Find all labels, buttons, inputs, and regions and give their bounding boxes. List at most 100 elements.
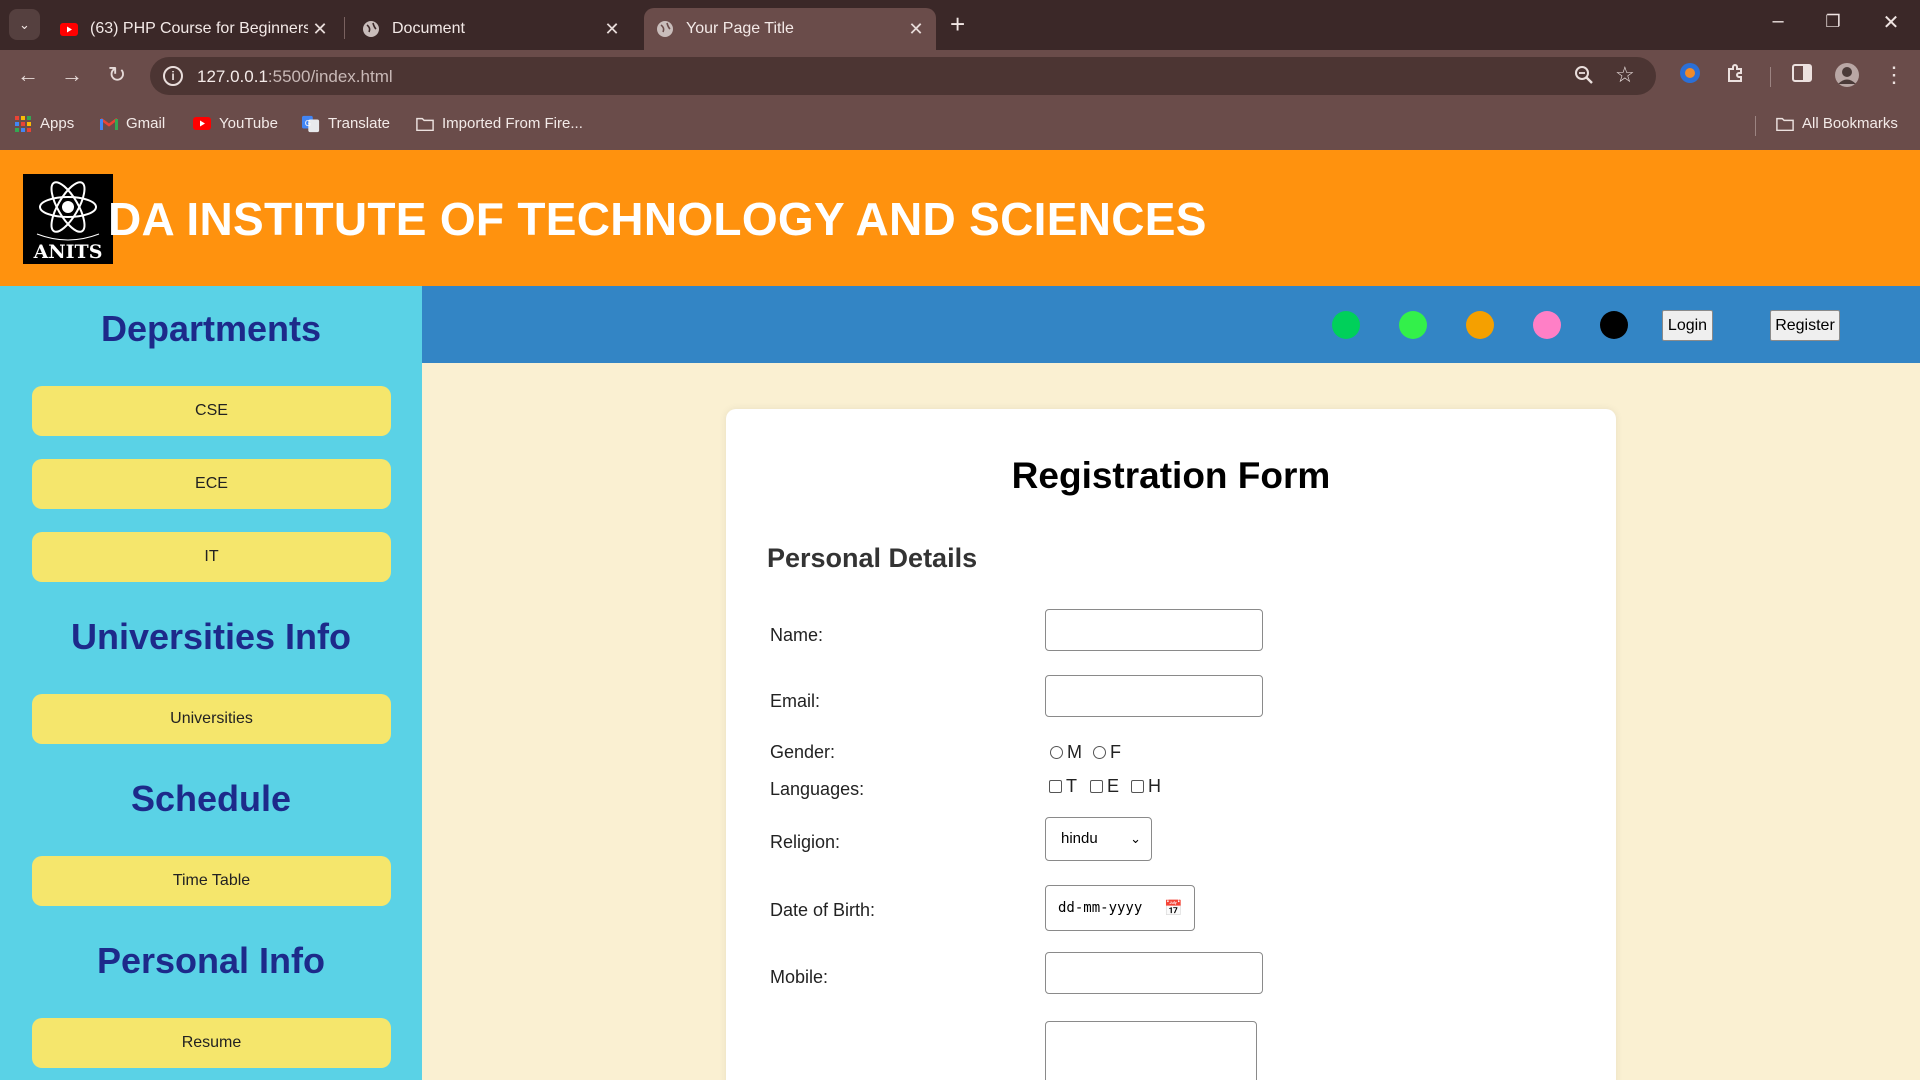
close-icon[interactable]: ✕	[600, 19, 624, 40]
side-panel-icon[interactable]	[1788, 62, 1816, 90]
zoom-icon[interactable]	[1574, 64, 1594, 92]
date-placeholder: dd-mm-yyyy	[1058, 900, 1143, 916]
close-window-button[interactable]: ✕	[1876, 10, 1906, 35]
theme-dot-green[interactable]	[1332, 311, 1360, 339]
bookmark-apps[interactable]: Apps	[14, 115, 74, 132]
checkbox[interactable]	[1090, 780, 1103, 793]
sidebar-button-cse[interactable]: CSE	[32, 386, 391, 436]
email-label: Email:	[770, 691, 821, 711]
top-navbar: Login Register	[422, 286, 1920, 363]
close-icon[interactable]: ✕	[308, 19, 332, 40]
bookmark-label: All Bookmarks	[1802, 115, 1898, 132]
tab-title: Document	[392, 20, 465, 37]
language-option-h[interactable]: H	[1131, 776, 1161, 797]
translate-icon: G	[302, 115, 320, 132]
apps-grid-icon	[14, 115, 32, 132]
tab-separator	[344, 17, 345, 39]
calendar-icon[interactable]: 📅	[1164, 886, 1183, 930]
form-title: Registration Form	[1011, 455, 1331, 496]
language-option-t[interactable]: T	[1049, 776, 1077, 797]
page-viewport: ANITS DA INSTITUTE OF TECHNOLOGY AND SCI…	[0, 150, 1920, 1080]
option-label: M	[1067, 742, 1082, 762]
sidebar-heading-universities-info: Universities Info	[70, 616, 352, 657]
gmail-icon	[100, 116, 118, 132]
name-field[interactable]	[1045, 609, 1263, 651]
bookmark-label: Translate	[328, 115, 390, 132]
folder-icon	[1776, 116, 1794, 132]
select-value: hindu	[1061, 830, 1098, 847]
extensions-puzzle-icon[interactable]	[1722, 62, 1750, 90]
mobile-label: Mobile:	[770, 967, 829, 987]
gender-option-m[interactable]: M	[1050, 742, 1082, 763]
tab-php-course[interactable]: (63) PHP Course for Beginners - ✕	[48, 8, 340, 50]
bookmark-translate[interactable]: G Translate	[302, 115, 390, 132]
bookmark-gmail[interactable]: Gmail	[100, 115, 165, 132]
site-info-icon[interactable]: i	[163, 66, 183, 86]
address-bar[interactable]: i 127.0.0.1:5500/index.html ☆	[150, 57, 1656, 95]
url-text: 127.0.0.1:5500/index.html	[197, 67, 393, 86]
bookmark-label: Apps	[40, 115, 75, 132]
religion-select[interactable]: hindu ⌄	[1045, 817, 1152, 861]
globe-icon	[656, 20, 674, 38]
main-content: Registration Form Personal Details Name:…	[422, 363, 1920, 1080]
checkbox[interactable]	[1049, 780, 1062, 793]
religion-label: Religion:	[770, 832, 841, 852]
new-tab-button[interactable]: +	[950, 11, 965, 37]
address-textarea[interactable]	[1045, 1021, 1257, 1080]
register-button[interactable]: Register	[1770, 310, 1840, 341]
tab-search-button[interactable]: ⌄	[9, 9, 40, 40]
svg-text:G: G	[305, 117, 311, 127]
sidebar-button-time-table[interactable]: Time Table	[32, 856, 391, 906]
language-option-e[interactable]: E	[1090, 776, 1119, 797]
tab-title: Your Page Title	[686, 20, 794, 37]
chevron-down-icon: ⌄	[19, 16, 30, 32]
languages-label: Languages:	[770, 779, 865, 799]
restore-button[interactable]: ❐	[1818, 12, 1848, 32]
sidebar-heading-personal-info: Personal Info	[96, 940, 326, 981]
reload-button[interactable]: ↻	[103, 62, 131, 88]
login-button[interactable]: Login	[1662, 310, 1713, 341]
star-icon[interactable]: ☆	[1615, 62, 1635, 88]
profile-avatar[interactable]	[1833, 62, 1861, 94]
theme-dot-black[interactable]	[1600, 311, 1628, 339]
tab-your-page-title[interactable]: Your Page Title ✕	[644, 8, 936, 50]
sidebar-button-resume[interactable]: Resume	[32, 1018, 391, 1068]
checkbox[interactable]	[1131, 780, 1144, 793]
radio-button[interactable]	[1050, 746, 1063, 759]
sidebar-button-ece[interactable]: ECE	[32, 459, 391, 509]
gender-option-f[interactable]: F	[1093, 742, 1121, 763]
close-icon[interactable]: ✕	[904, 19, 928, 40]
site-header: ANITS DA INSTITUTE OF TECHNOLOGY AND SCI…	[0, 150, 1920, 286]
bookmark-label: YouTube	[219, 115, 278, 132]
bookmark-folder-imported[interactable]: Imported From Fire...	[416, 115, 583, 132]
minimize-button[interactable]: –	[1763, 10, 1793, 33]
extension-orb-icon[interactable]	[1676, 62, 1704, 90]
theme-dot-orange[interactable]	[1466, 311, 1494, 339]
folder-icon	[416, 116, 434, 132]
menu-kebab-icon[interactable]: ⋮	[1880, 62, 1908, 88]
tab-document[interactable]: Document ✕	[350, 8, 632, 50]
email-field[interactable]	[1045, 675, 1263, 717]
chevron-down-icon: ⌄	[1130, 831, 1141, 846]
gender-label: Gender:	[770, 742, 836, 762]
dob-date-input[interactable]: dd-mm-yyyy 📅	[1045, 885, 1195, 931]
youtube-icon	[60, 20, 78, 38]
theme-dot-pink[interactable]	[1533, 311, 1561, 339]
youtube-icon	[193, 116, 211, 132]
back-button[interactable]: ←	[14, 62, 42, 88]
option-label: H	[1148, 776, 1161, 796]
sidebar-heading-departments: Departments	[100, 308, 322, 349]
radio-button[interactable]	[1093, 746, 1106, 759]
bookmark-label: Gmail	[126, 115, 166, 132]
bookmarks-bar: Apps Gmail YouTube G Translate Imported …	[0, 100, 1920, 150]
option-label: E	[1107, 776, 1120, 796]
sidebar-button-it[interactable]: IT	[32, 532, 391, 582]
bookmark-youtube[interactable]: YouTube	[193, 115, 278, 132]
registration-card: Registration Form Personal Details Name:…	[726, 409, 1616, 1080]
forward-button[interactable]: →	[58, 62, 86, 88]
all-bookmarks-button[interactable]: All Bookmarks	[1776, 115, 1898, 132]
mobile-field[interactable]	[1045, 952, 1263, 994]
globe-icon	[362, 20, 380, 38]
theme-dot-lime[interactable]	[1399, 311, 1427, 339]
sidebar-button-universities[interactable]: Universities	[32, 694, 391, 744]
